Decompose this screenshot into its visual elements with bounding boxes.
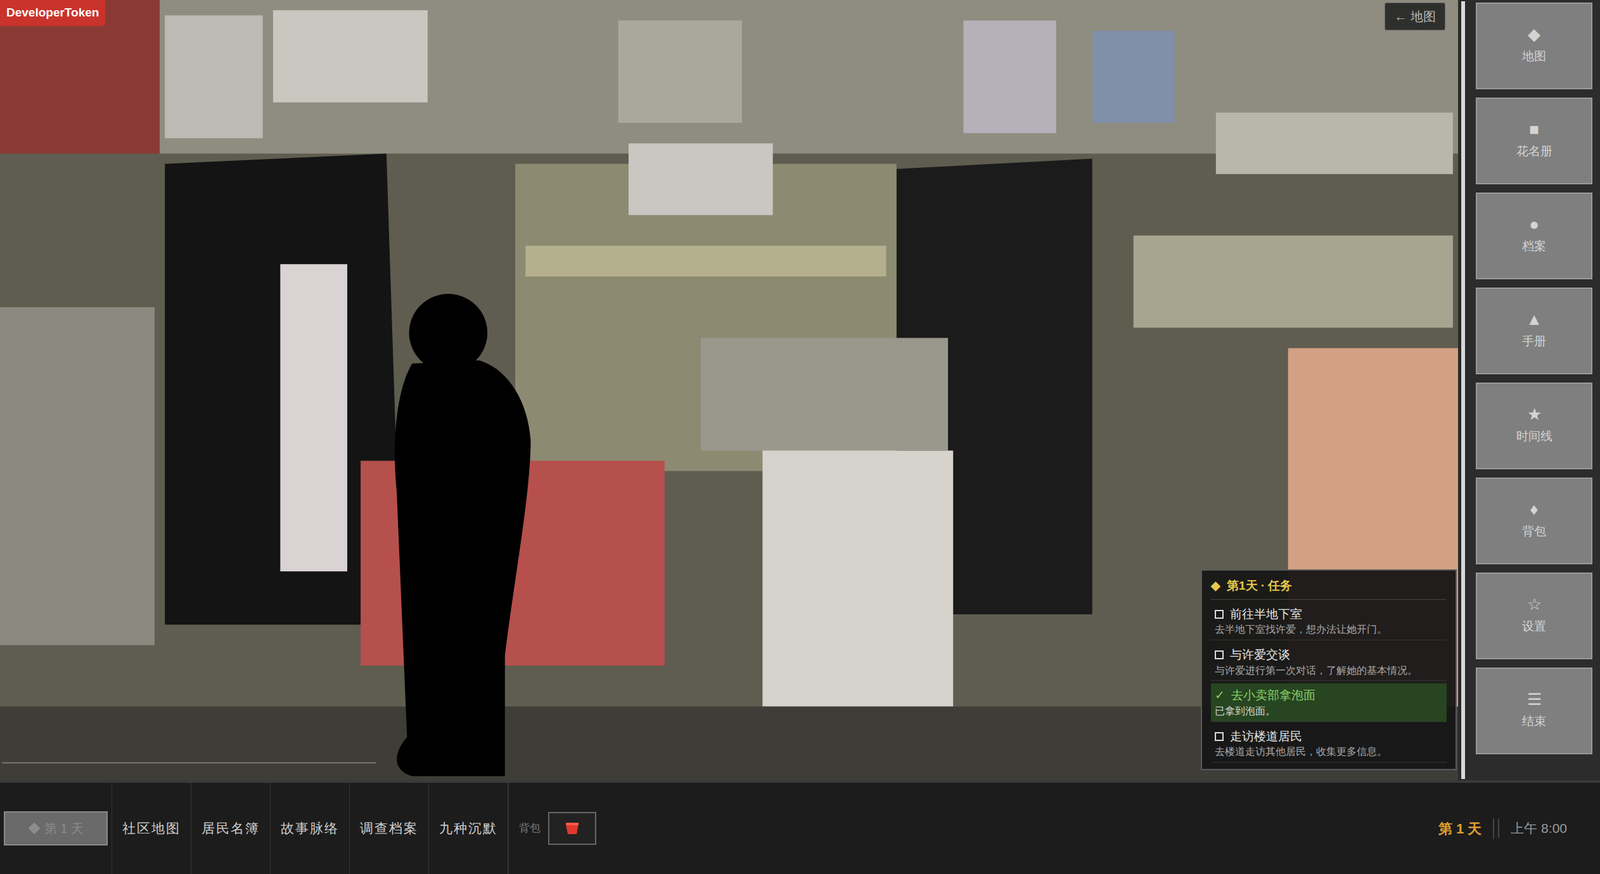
sidebar: ◆ 地图 ■ 花名册 ● 档案 ▲ 手册 ★ 时间线 ♦ 背包 ☆ 设置 ☰ 结束 [1468,0,1600,781]
task-title: 前往半地下室 [1229,605,1303,625]
task-title: 走访楼道居民 [1229,728,1303,747]
task-item[interactable]: ✓ 去小卖部拿泡面已拿到泡面。 [1210,683,1447,722]
task-checkbox [1214,732,1224,742]
bottom-tab[interactable]: 居民名簿 [191,783,271,874]
bag-label: 背包 [518,820,541,838]
scrollbar[interactable] [1458,0,1469,781]
main-area: DeveloperToken← 地图◆第1天 · 任务前往半地下室去半地下室找许… [0,0,1600,781]
bag-button[interactable] [548,812,597,846]
task-desc: 已拿到泡面。 [1214,705,1443,719]
diamond-icon: ◆ [1210,577,1221,596]
bottom-tab[interactable]: 故事脉络 [270,783,350,874]
sidebar-label: 花名册 [1516,142,1553,161]
sidebar-label: 时间线 [1516,427,1553,447]
task-title: 去小卖部拿泡面 [1231,686,1316,706]
sidebar-label: 手册 [1522,332,1547,352]
sidebar-icon: ♦ [1529,501,1538,518]
bag-icon [563,821,581,836]
sidebar-label: 档案 [1522,237,1547,256]
day-button[interactable]: ◆ 第 1 天 [3,811,108,846]
sidebar-button[interactable]: ▲ 手册 [1475,287,1593,375]
developer-badge: DeveloperToken [0,0,106,26]
sidebar-button[interactable]: ◆ 地图 [1475,2,1593,90]
task-desc: 去半地下室找许爱，想办法让她开门。 [1214,623,1443,637]
sidebar-label: 设置 [1522,617,1547,637]
task-item[interactable]: 走访楼道居民去楼道走访其他居民，收集更多信息。 [1210,724,1447,763]
sidebar-button[interactable]: ☆ 设置 [1475,572,1593,660]
task-item[interactable]: 与许爱交谈与许爱进行第一次对话，了解她的基本情况。 [1210,643,1447,682]
task-item[interactable]: 前往半地下室去半地下室找许爱，想办法让她开门。 [1210,602,1447,641]
check-icon: ✓ [1214,686,1225,706]
sidebar-icon: ■ [1529,121,1540,138]
sidebar-icon: ☰ [1527,691,1542,708]
sidebar-button[interactable]: ♦ 背包 [1475,477,1593,565]
task-panel-title: ◆第1天 · 任务 [1210,577,1447,601]
task-panel: ◆第1天 · 任务前往半地下室去半地下室找许爱，想办法让她开门。与许爱交谈与许爱… [1200,569,1457,771]
game-screen: DeveloperToken← 地图◆第1天 · 任务前往半地下室去半地下室找许… [0,0,1600,874]
sidebar-button[interactable]: ■ 花名册 [1475,97,1593,185]
day-indicator: 第 1 天 [1427,818,1495,840]
sidebar-icon: ☆ [1527,596,1542,613]
back-to-map-button[interactable]: ← 地图 [1384,2,1446,31]
sidebar-button[interactable]: ☰ 结束 [1475,667,1593,755]
bottom-tab[interactable]: 九种沉默 [428,783,509,874]
scene: DeveloperToken← 地图◆第1天 · 任务前往半地下室去半地下室找许… [0,0,1459,781]
bottom-bar: ◆ 第 1 天社区地图居民名簿故事脉络调查档案九种沉默背包 第 1 天上午 8:0… [0,780,1600,874]
person-silhouette-icon [409,294,488,372]
task-desc: 与许爱进行第一次对话，了解她的基本情况。 [1214,664,1443,679]
bottom-tab[interactable]: 调查档案 [349,783,429,874]
task-title: 与许爱交谈 [1229,646,1291,665]
sidebar-label: 背包 [1522,522,1547,542]
task-checkbox [1214,610,1224,620]
sidebar-label: 结束 [1522,712,1547,732]
bottom-tab[interactable]: 社区地图 [112,783,192,874]
sidebar-button[interactable]: ★ 时间线 [1475,382,1593,470]
task-checkbox [1214,650,1224,660]
task-desc: 去楼道走访其他居民，收集更多信息。 [1214,745,1443,760]
sidebar-label: 地图 [1522,47,1547,66]
time-indicator: 上午 8:00 [1499,818,1600,839]
sidebar-icon: ★ [1527,406,1542,423]
sidebar-icon: ● [1529,216,1540,233]
sidebar-icon: ◆ [1527,25,1541,43]
sidebar-button[interactable]: ● 档案 [1475,192,1593,280]
sidebar-icon: ▲ [1525,311,1543,328]
